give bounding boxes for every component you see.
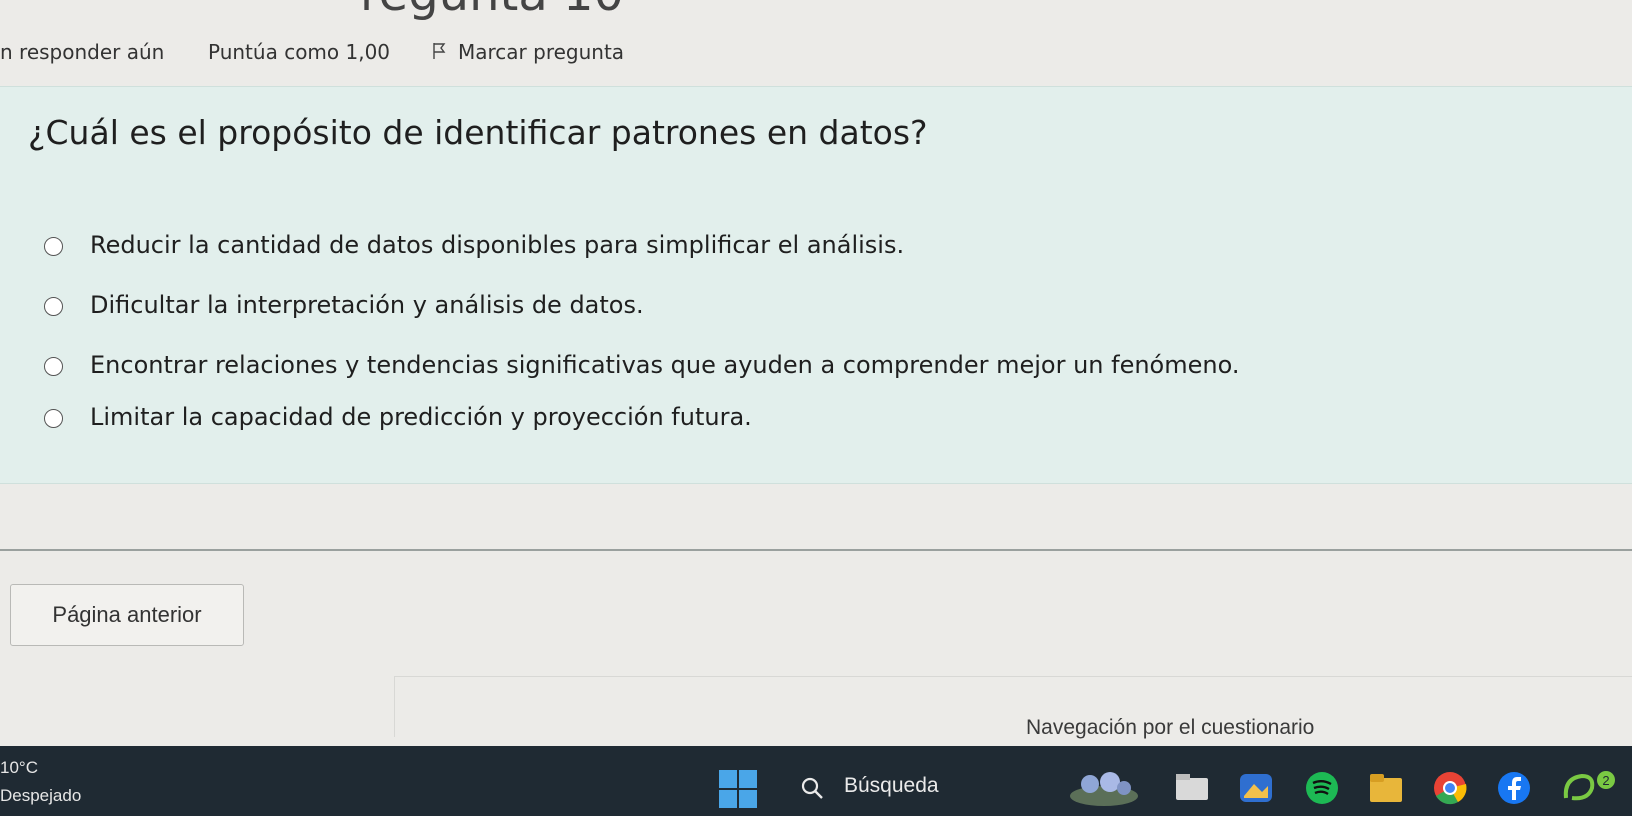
question-info-row: n responder aún Puntúa como 1,00 Marcar … bbox=[0, 40, 1632, 70]
option-label: Encontrar relaciones y tendencias signif… bbox=[90, 351, 1240, 379]
weather-description[interactable]: Despejado bbox=[0, 786, 81, 806]
radio-button[interactable] bbox=[44, 297, 63, 316]
option-label: Dificultar la interpretación y análisis … bbox=[90, 291, 644, 319]
spotify-icon[interactable] bbox=[1302, 768, 1342, 808]
facebook-icon[interactable] bbox=[1494, 768, 1534, 808]
answer-option-4[interactable]: Limitar la capacidad de predicción y pro… bbox=[0, 403, 1600, 443]
section-divider bbox=[0, 549, 1632, 551]
answer-option-3[interactable]: Encontrar relaciones y tendencias signif… bbox=[0, 351, 1600, 391]
question-panel: ¿Cuál es el propósito de identificar pat… bbox=[0, 86, 1632, 484]
page-heading: regunta 10 bbox=[360, 0, 624, 22]
quiz-navigation-title: Navegación por el cuestionario bbox=[1026, 716, 1315, 739]
photos-icon[interactable] bbox=[1236, 768, 1276, 808]
answer-option-1[interactable]: Reducir la cantidad de datos disponibles… bbox=[0, 231, 1600, 271]
answer-status: n responder aún bbox=[0, 40, 165, 64]
answer-option-2[interactable]: Dificultar la interpretación y análisis … bbox=[0, 291, 1600, 331]
question-text: ¿Cuál es el propósito de identificar pat… bbox=[28, 113, 928, 152]
taskbar: 10°C Despejado Búsqueda 2 bbox=[0, 746, 1632, 816]
widgets-icon[interactable] bbox=[1062, 768, 1146, 808]
previous-page-button[interactable]: Página anterior bbox=[10, 584, 244, 646]
weather-temperature[interactable]: 10°C bbox=[0, 758, 38, 778]
windows-start-icon[interactable] bbox=[719, 770, 757, 808]
flag-icon[interactable] bbox=[432, 42, 446, 60]
radio-button[interactable] bbox=[44, 237, 63, 256]
radio-button[interactable] bbox=[44, 409, 63, 428]
chrome-icon[interactable] bbox=[1430, 768, 1470, 808]
option-label: Reducir la cantidad de datos disponibles… bbox=[90, 231, 905, 259]
option-label: Limitar la capacidad de predicción y pro… bbox=[90, 403, 752, 431]
search-icon bbox=[801, 777, 823, 799]
notification-badge: 2 bbox=[1602, 773, 1609, 788]
file-explorer-icon[interactable] bbox=[1172, 768, 1212, 808]
taskbar-search[interactable]: Búsqueda bbox=[800, 768, 1060, 808]
search-label: Búsqueda bbox=[844, 774, 939, 797]
files-folder-icon[interactable] bbox=[1366, 768, 1406, 808]
flag-question-link[interactable]: Marcar pregunta bbox=[458, 40, 624, 64]
score-label: Puntúa como 1,00 bbox=[208, 40, 391, 64]
quiz-navigation-panel bbox=[394, 676, 1632, 737]
radio-button[interactable] bbox=[44, 357, 63, 376]
snipping-tool-icon[interactable]: 2 bbox=[1558, 768, 1632, 808]
